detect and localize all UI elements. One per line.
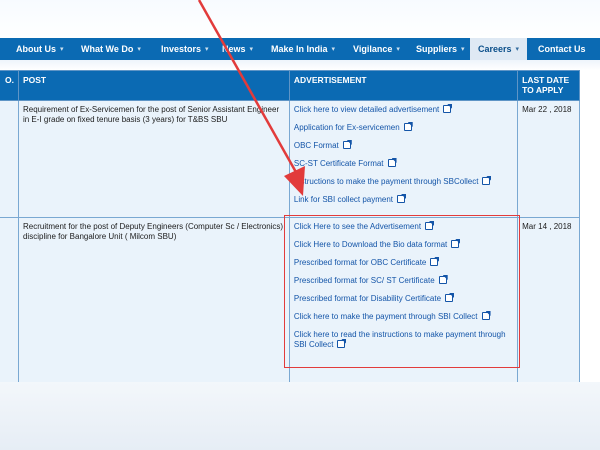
advertisement-links: Click here to view detailed advertisemen…: [294, 105, 513, 205]
row-number-cell: [0, 217, 19, 385]
chevron-down-icon: ▾: [515, 46, 520, 53]
highlight-box: [284, 215, 520, 368]
header-post: POST: [17, 70, 290, 101]
chevron-down-icon: ▾: [461, 46, 465, 53]
header-band: [0, 0, 600, 38]
link-application-ex-servicemen[interactable]: Application for Ex-servicemen: [294, 123, 400, 132]
advertisement-cell: Click here to view detailed advertisemen…: [288, 100, 519, 218]
nav-suppliers[interactable]: Suppliers ▾: [416, 38, 465, 60]
table-row: Requirement of Ex-Servicemen for the pos…: [0, 100, 580, 218]
external-link-icon[interactable]: [387, 159, 396, 167]
chevron-down-icon: ▾: [137, 46, 141, 53]
nav-make-in-india[interactable]: Make In India ▾: [271, 38, 335, 60]
header-advertisement: ADVERTISEMENT: [288, 70, 519, 101]
header-no: O.: [0, 70, 19, 101]
table-header-row: O. POST ADVERTISEMENT LAST DATE TO APPLY: [0, 70, 580, 101]
page-footer-fade: [0, 382, 600, 450]
external-link-icon[interactable]: [443, 105, 452, 113]
list-item: OBC Format: [294, 141, 513, 151]
last-date-cell: Mar 22 , 2018: [517, 100, 580, 218]
link-sbi-collect-payment[interactable]: Link for SBI collect payment: [294, 195, 393, 204]
nav-about-us[interactable]: About Us ▾: [16, 38, 64, 60]
nav-investors[interactable]: Investors ▾: [161, 38, 209, 60]
nav-careers[interactable]: Careers ▾: [470, 38, 528, 60]
link-view-advertisement[interactable]: Click here to view detailed advertisemen…: [294, 105, 439, 114]
external-link-icon[interactable]: [482, 177, 491, 185]
list-item: Link for SBI collect payment: [294, 195, 513, 205]
nav-news[interactable]: News ▾: [222, 38, 253, 60]
sub-header-strip: [0, 60, 600, 70]
last-date-cell: Mar 14 , 2018: [517, 217, 580, 385]
list-item: Application for Ex-servicemen: [294, 123, 513, 133]
header-last-date: LAST DATE TO APPLY: [517, 70, 580, 101]
main-nav: About Us ▾ What We Do ▾ Investors ▾ News ▾ M…: [0, 38, 600, 60]
link-obc-format[interactable]: OBC Format: [294, 141, 339, 150]
post-cell: Recruitment for the post of Deputy Engin…: [17, 217, 290, 385]
list-item: Click here to view detailed advertisemen…: [294, 105, 513, 115]
post-cell: Requirement of Ex-Servicemen for the pos…: [17, 100, 290, 218]
nav-contact-us[interactable]: Contact Us: [538, 38, 586, 60]
list-item: SC-ST Certificate Format: [294, 159, 513, 169]
nav-vigilance[interactable]: Vigilance ▾: [353, 38, 400, 60]
chevron-down-icon: ▾: [60, 46, 64, 53]
external-link-icon[interactable]: [342, 141, 351, 149]
chevron-down-icon: ▾: [205, 46, 209, 53]
chevron-down-icon: ▾: [396, 46, 400, 53]
external-link-icon[interactable]: [403, 123, 412, 131]
row-number-cell: [0, 100, 19, 218]
list-item: Instructions to make the payment through…: [294, 177, 513, 187]
link-sc-st-format[interactable]: SC-ST Certificate Format: [294, 159, 384, 168]
nav-what-we-do[interactable]: What We Do ▾: [81, 38, 141, 60]
external-link-icon[interactable]: [397, 195, 406, 203]
link-payment-instructions[interactable]: Instructions to make the payment through…: [294, 177, 479, 186]
chevron-down-icon: ▾: [331, 46, 336, 53]
chevron-down-icon: ▾: [249, 46, 254, 53]
